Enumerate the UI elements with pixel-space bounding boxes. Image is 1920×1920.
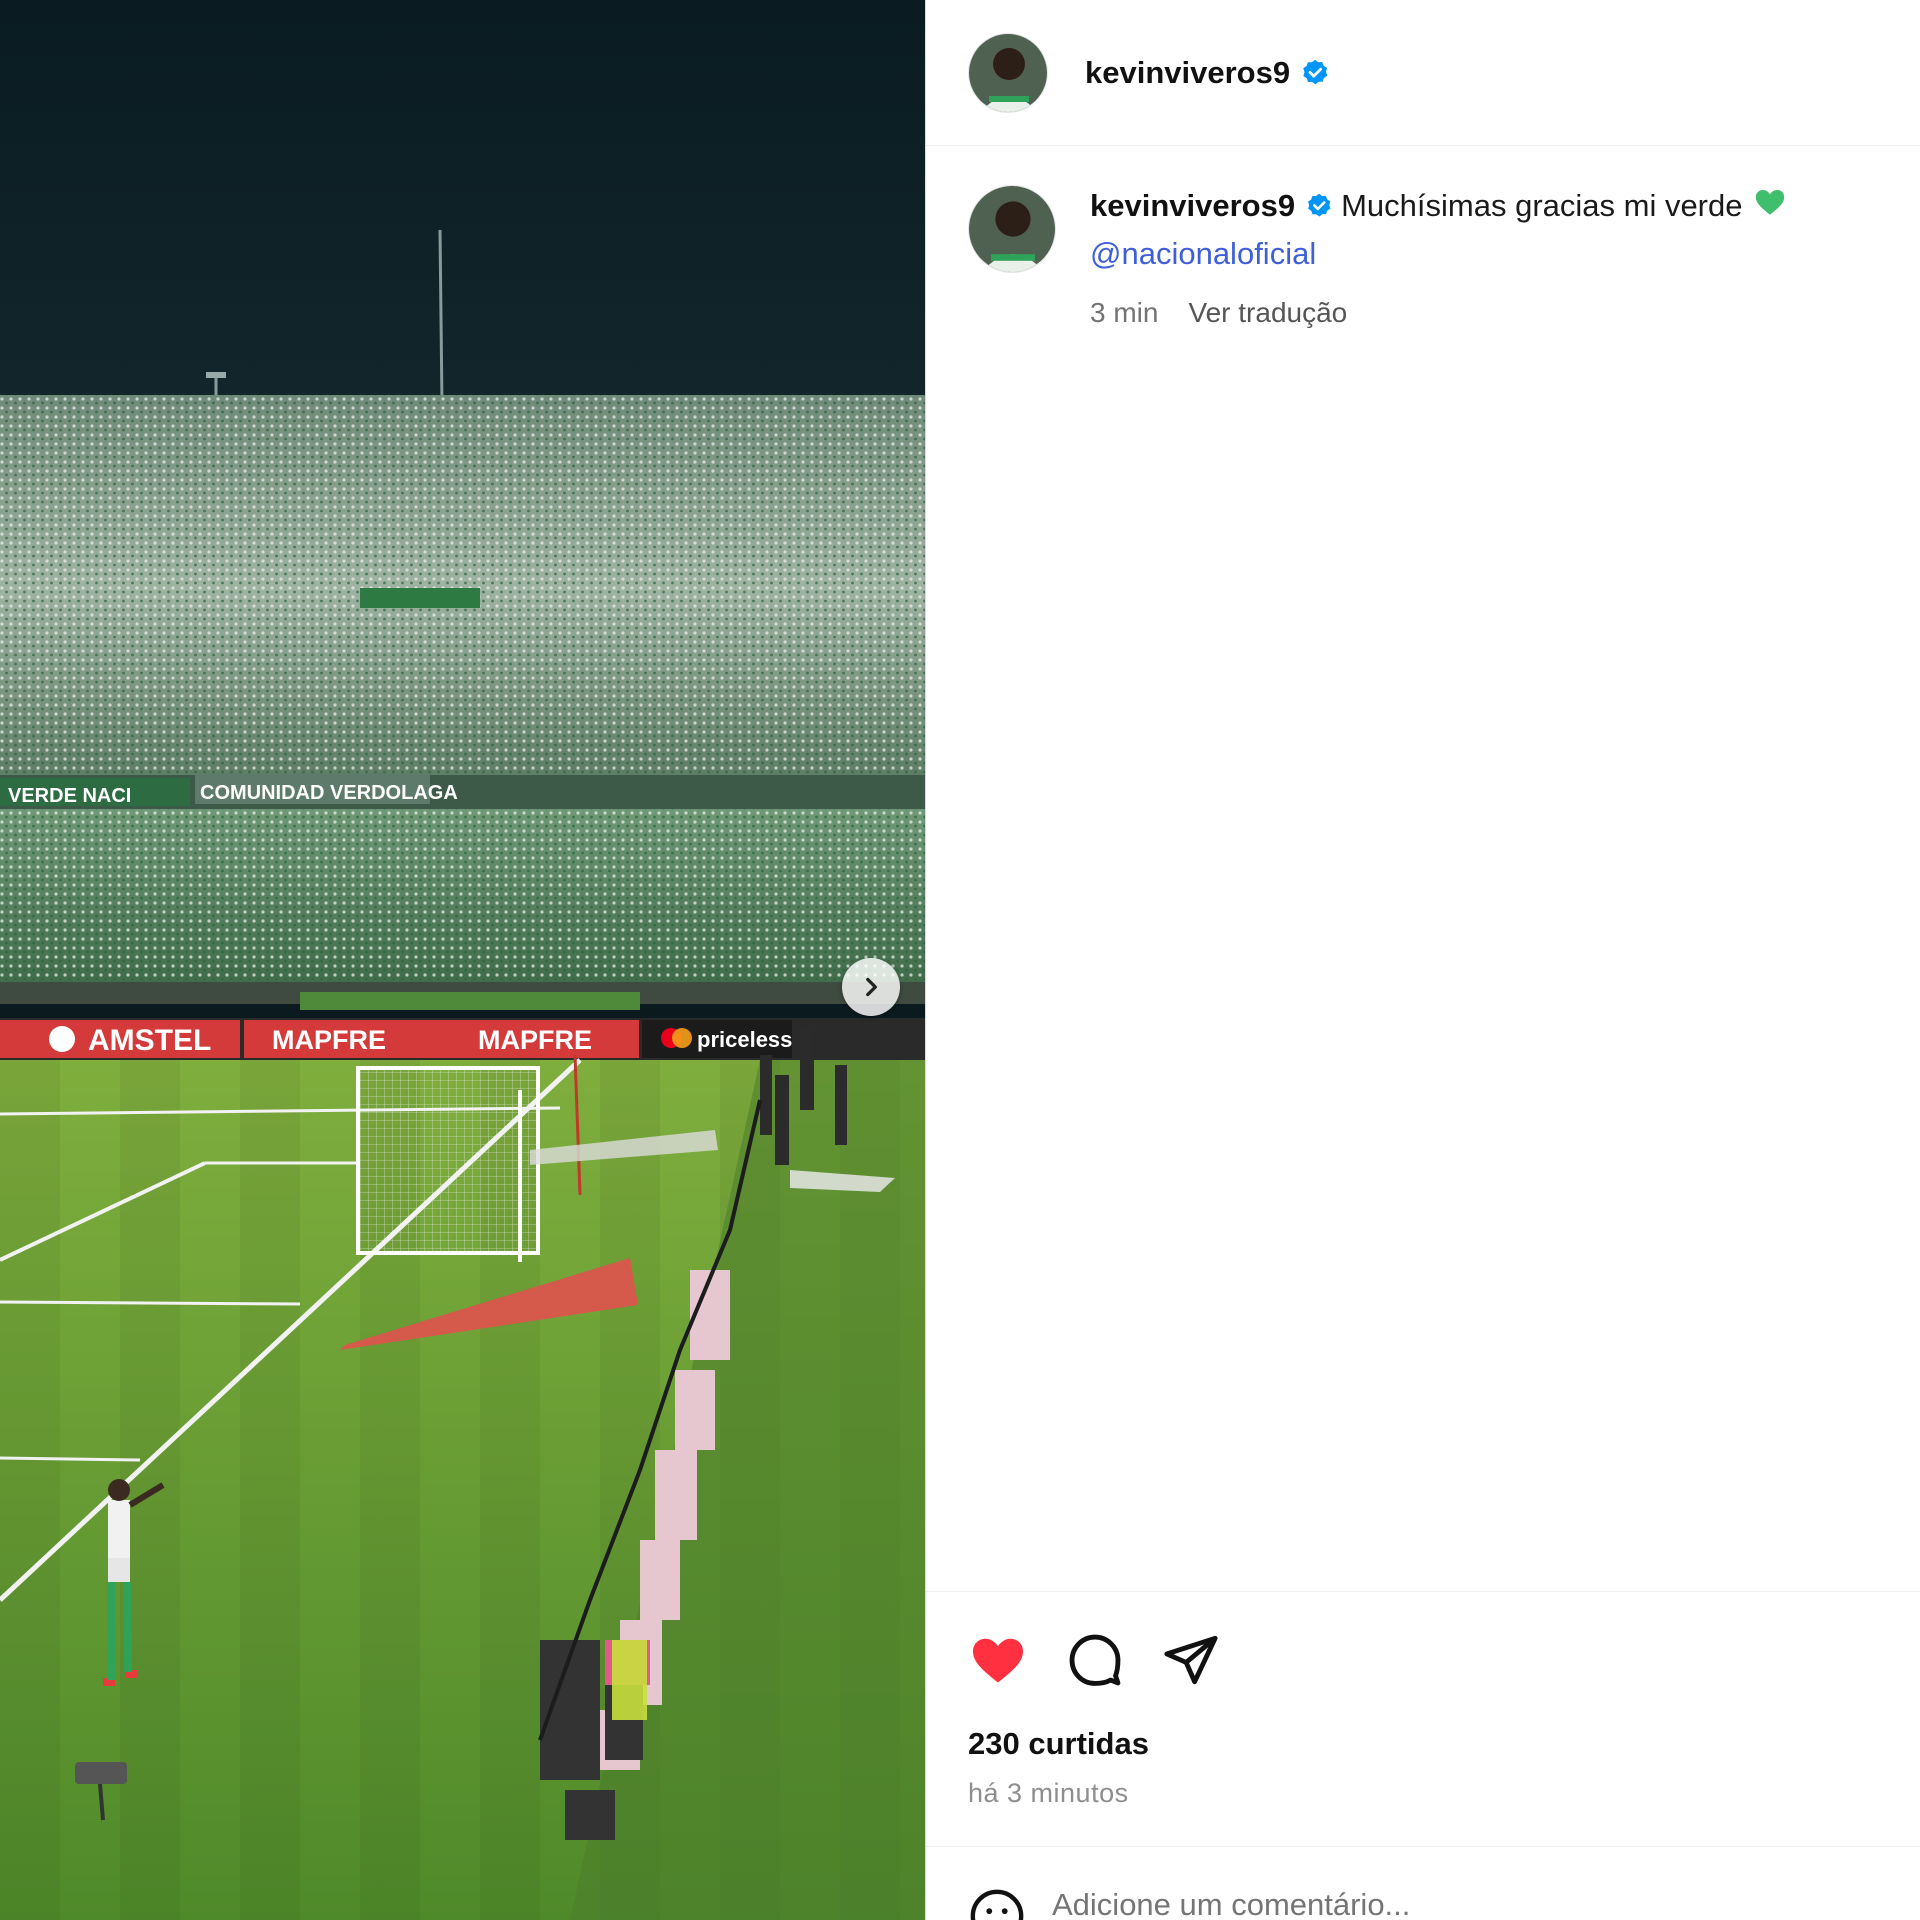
like-button[interactable] [968, 1630, 1028, 1690]
paper-plane-icon [1164, 1635, 1218, 1685]
caption-username[interactable]: kevinviveros9 [1090, 188, 1295, 223]
chevron-right-icon [866, 977, 877, 997]
post-time: há 3 minutos [968, 1778, 1129, 1808]
heart-filled-icon [973, 1638, 1023, 1683]
comment-button[interactable] [1066, 1631, 1124, 1689]
comment-input[interactable] [1052, 1887, 1752, 1920]
banner-mapfre-1-text: MAPFRE [272, 1025, 386, 1055]
stand-banner-left-text: VERDE NACI [8, 785, 131, 807]
post-header: kevinviveros9 [926, 0, 1920, 146]
mention-link[interactable]: @nacionaloficial [1090, 231, 1870, 276]
avatar[interactable] [968, 32, 1048, 113]
share-button[interactable] [1162, 1631, 1220, 1689]
instagram-post-view: VERDE NACI COMUNIDAD VERDOLAGA AMSTEL MA… [0, 0, 1920, 1920]
banner-priceless-text: priceless [697, 1027, 792, 1052]
stadium-photo: VERDE NACI COMUNIDAD VERDOLAGA AMSTEL MA… [0, 0, 925, 1920]
post-media[interactable]: VERDE NACI COMUNIDAD VERDOLAGA AMSTEL MA… [0, 0, 925, 1920]
post-side-panel: kevinviveros9 kevinviveros9 Muchísimas g… [925, 0, 1920, 1920]
translate-link[interactable]: Ver tradução [1188, 290, 1347, 335]
caption-block: kevinviveros9 Muchísimas gracias mi verd… [926, 146, 1920, 335]
verified-badge-icon [1300, 58, 1330, 88]
verified-badge-icon [1305, 192, 1333, 220]
comment-bar [926, 1846, 1920, 1920]
caption-avatar[interactable] [968, 185, 1056, 273]
action-section: 230 curtidas há 3 minutos [926, 1591, 1920, 1809]
caption-text: Muchísimas gracias mi verde [1341, 188, 1743, 223]
banner-amstel-text: AMSTEL [88, 1024, 211, 1057]
header-username[interactable]: kevinviveros9 [1085, 55, 1290, 91]
comment-bubble-icon [1069, 1634, 1121, 1686]
emoji-smiley-icon[interactable] [968, 1887, 1026, 1920]
stand-banner-text: COMUNIDAD VERDOLAGA [200, 782, 458, 804]
likes-count[interactable]: 230 curtidas [968, 1726, 1920, 1762]
banner-mapfre-2-text: MAPFRE [478, 1025, 592, 1055]
next-image-button[interactable] [842, 958, 900, 1016]
caption-timestamp: 3 min [1090, 296, 1159, 328]
green-heart-icon [1753, 185, 1787, 231]
